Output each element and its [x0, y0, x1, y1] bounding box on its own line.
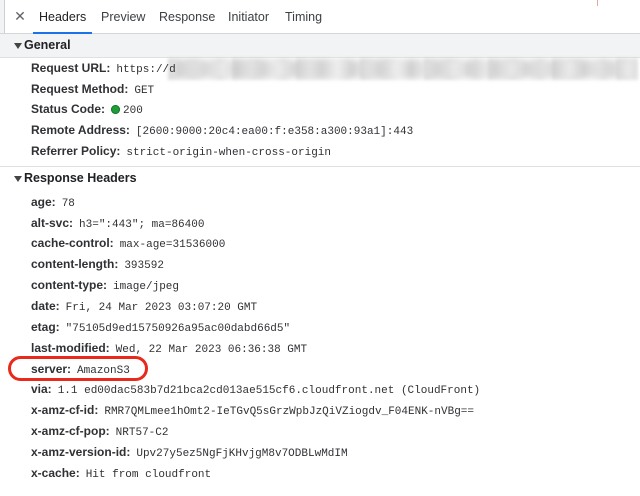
general-row-remote-address: Remote Address: [2600:9000:20c4:ea00:f:e3… [31, 123, 413, 139]
header-value[interactable]: NRT57-C2 [116, 427, 169, 439]
annotation-highlight-oval [8, 356, 148, 381]
general-row-status-code: Status Code: 200 [31, 102, 143, 118]
header-key: Referrer Policy: [31, 144, 121, 158]
general-row-referrer-policy: Referrer Policy: strict-origin-when-cross… [31, 144, 331, 160]
response-row-age: age: 78 [31, 195, 75, 211]
general-row-request-method: Request Method: GET [31, 82, 154, 98]
tab-headers[interactable]: Headers [32, 0, 93, 34]
response-row-x-amz-version-id: x-amz-version-id: Upv27y5ez5NgFjKHvjgM8v7… [31, 445, 348, 461]
general-section-header[interactable]: General [0, 34, 640, 58]
general-section-title: General [24, 38, 71, 52]
header-value[interactable]: h3=":443"; ma=86400 [79, 219, 204, 231]
response-row-alt-svc: alt-svc: h3=":443"; ma=86400 [31, 216, 204, 232]
edge-marker [597, 0, 598, 6]
header-key: Status Code: [31, 102, 106, 116]
header-key: cache-control: [31, 236, 114, 250]
header-key: x-cache: [31, 466, 80, 480]
general-row-request-url: Request URL: https://d [31, 61, 176, 77]
header-value[interactable]: 1.1 ed00dac583b7d21bca2cd013ae515cf6.clo… [58, 385, 480, 397]
redacted-url-blur-inner [176, 62, 636, 76]
header-key: last-modified: [31, 341, 110, 355]
header-key: via: [31, 382, 52, 396]
header-key: x-amz-cf-pop: [31, 424, 110, 438]
tab-response[interactable]: Response [159, 0, 215, 33]
tab-preview[interactable]: Preview [101, 0, 145, 33]
header-value[interactable]: max-age=31536000 [120, 239, 226, 251]
devtools-headers-panel: ✕ Headers Preview Response Initiator Tim… [0, 0, 640, 496]
panel-divider[interactable] [0, 0, 5, 33]
header-key: etag: [31, 320, 60, 334]
tab-bar: ✕ Headers Preview Response Initiator Tim… [0, 0, 640, 34]
response-row-content-length: content-length: 393592 [31, 257, 164, 273]
header-key: x-amz-version-id: [31, 445, 131, 459]
response-row-x-amz-cf-id: x-amz-cf-id: RMR7QMLmee1hOmt2-IeTGvQ5sGrz… [31, 403, 474, 419]
close-icon[interactable]: ✕ [13, 9, 27, 23]
header-key: Remote Address: [31, 123, 130, 137]
header-key: content-length: [31, 257, 119, 271]
header-key: Request URL: [31, 61, 111, 75]
header-key: x-amz-cf-id: [31, 403, 99, 417]
header-value[interactable]: Fri, 24 Mar 2023 03:07:20 GMT [66, 302, 257, 314]
response-row-etag: etag: "75105d9ed15750926a95ac00dabd66d5" [31, 320, 290, 336]
response-row-x-cache: x-cache: Hit from cloudfront [31, 466, 211, 482]
response-row-x-amz-cf-pop: x-amz-cf-pop: NRT57-C2 [31, 424, 168, 440]
header-value[interactable]: image/jpeg [113, 281, 179, 293]
triangle-down-icon [14, 176, 22, 182]
header-key: Request Method: [31, 82, 129, 96]
response-row-last-modified: last-modified: Wed, 22 Mar 2023 06:36:38 … [31, 341, 307, 357]
header-key: content-type: [31, 278, 107, 292]
header-value[interactable]: Hit from cloudfront [86, 469, 211, 481]
header-value[interactable]: RMR7QMLmee1hOmt2-IeTGvQ5sGrzWpbJzQiVZiog… [104, 406, 474, 418]
header-value[interactable]: GET [134, 85, 154, 97]
header-value[interactable]: Wed, 22 Mar 2023 06:36:38 GMT [116, 344, 307, 356]
header-value[interactable]: 393592 [124, 260, 164, 272]
status-ok-dot-icon [111, 105, 121, 114]
header-value[interactable]: strict-origin-when-cross-origin [126, 147, 331, 159]
header-key: alt-svc: [31, 216, 74, 230]
response-row-date: date: Fri, 24 Mar 2023 03:07:20 GMT [31, 299, 257, 315]
header-value[interactable]: 78 [62, 198, 75, 210]
triangle-down-icon [14, 43, 22, 49]
response-headers-section-title: Response Headers [24, 171, 137, 185]
header-value[interactable]: 200 [123, 105, 143, 117]
header-value[interactable]: https://d [116, 64, 175, 76]
header-key: age: [31, 195, 56, 209]
header-value[interactable]: Upv27y5ez5NgFjKHvjgM8v7ODBLwMdIM [136, 448, 347, 460]
header-value[interactable]: [2600:9000:20c4:ea00:f:e358:a300:93a1]:4… [136, 126, 413, 138]
response-row-content-type: content-type: image/jpeg [31, 278, 179, 294]
header-value[interactable]: "75105d9ed15750926a95ac00dabd66d5" [66, 323, 290, 335]
tab-timing[interactable]: Timing [285, 0, 322, 33]
response-headers-section-header[interactable]: Response Headers [0, 166, 640, 190]
header-key: date: [31, 299, 60, 313]
response-row-cache-control: cache-control: max-age=31536000 [31, 236, 225, 252]
response-row-via: via: 1.1 ed00dac583b7d21bca2cd013ae515cf6… [31, 382, 480, 398]
tab-initiator[interactable]: Initiator [228, 0, 269, 33]
